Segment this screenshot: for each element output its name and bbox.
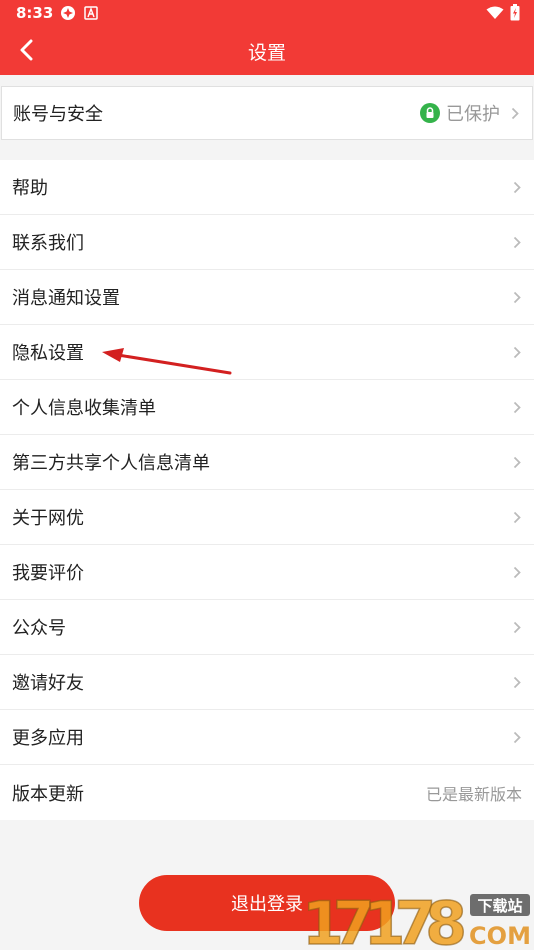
settings-item-label: 我要评价 [12, 563, 84, 584]
chevron-right-icon [510, 620, 524, 634]
chevron-right-icon [510, 510, 524, 524]
chevron-right-icon [510, 235, 524, 249]
settings-item-invite[interactable]: 邀请好友 [0, 655, 534, 710]
chevron-right-icon [510, 675, 524, 689]
settings-item-label: 联系我们 [12, 233, 84, 254]
protection-status: 已保护 [420, 100, 500, 126]
settings-item-label: 消息通知设置 [12, 288, 120, 309]
chevron-right-icon [510, 730, 524, 744]
lock-icon [420, 103, 440, 123]
settings-item-label: 隐私设置 [12, 343, 84, 364]
watermark-number: 17178 [302, 892, 467, 948]
settings-item-third-party-list[interactable]: 第三方共享个人信息清单 [0, 435, 534, 490]
settings-item-label: 更多应用 [12, 728, 84, 749]
a-notification-icon [84, 6, 98, 20]
settings-item-official-account[interactable]: 公众号 [0, 600, 534, 655]
status-icons-left [60, 5, 98, 21]
settings-item-about[interactable]: 关于网优 [0, 490, 534, 545]
settings-item-version[interactable]: 版本更新 已是最新版本 [0, 765, 534, 820]
app-header: 8:33 设置 [0, 0, 534, 75]
settings-item-notifications[interactable]: 消息通知设置 [0, 270, 534, 325]
status-icons-right [486, 4, 520, 21]
settings-item-privacy[interactable]: 隐私设置 [0, 325, 534, 380]
watermark-logo: 17178 下载站 COM [302, 892, 531, 948]
chevron-right-icon [510, 565, 524, 579]
settings-item-contact[interactable]: 联系我们 [0, 215, 534, 270]
chevron-right-icon [510, 345, 524, 359]
settings-item-personal-info-list[interactable]: 个人信息收集清单 [0, 380, 534, 435]
settings-item-label: 关于网优 [12, 508, 84, 529]
chevron-right-icon [510, 400, 524, 414]
wifi-icon [486, 6, 504, 19]
watermark-domain: COM [469, 922, 531, 948]
app-notification-icon [61, 6, 75, 20]
settings-item-label: 第三方共享个人信息清单 [12, 453, 210, 474]
watermark-tag: 下载站 [477, 897, 522, 915]
settings-item-label: 帮助 [12, 178, 48, 199]
account-security-row[interactable]: 账号与安全 已保护 [1, 86, 533, 140]
settings-item-label: 公众号 [12, 618, 66, 639]
settings-item-help[interactable]: 帮助 [0, 160, 534, 215]
chevron-right-icon [510, 455, 524, 469]
battery-icon [510, 4, 520, 21]
settings-item-more-apps[interactable]: 更多应用 [0, 710, 534, 765]
annotation-arrow-icon [102, 348, 232, 375]
chevron-right-icon [510, 180, 524, 194]
version-status: 已是最新版本 [425, 784, 522, 804]
protection-status-text: 已保护 [446, 104, 500, 125]
settings-item-label: 个人信息收集清单 [12, 398, 156, 419]
chevron-right-icon [510, 290, 524, 304]
settings-item-label: 邀请好友 [12, 673, 84, 694]
status-time: 8:33 [16, 4, 54, 22]
chevron-right-icon [508, 106, 522, 120]
settings-item-rate[interactable]: 我要评价 [0, 545, 534, 600]
settings-list: 帮助 联系我们 消息通知设置 隐私设置 个人信息收集清单 第三方共享个人信息清单… [0, 160, 534, 820]
settings-item-label: 版本更新 [12, 783, 84, 805]
account-security-label: 账号与安全 [13, 104, 103, 125]
page-title: 设置 [247, 42, 286, 64]
